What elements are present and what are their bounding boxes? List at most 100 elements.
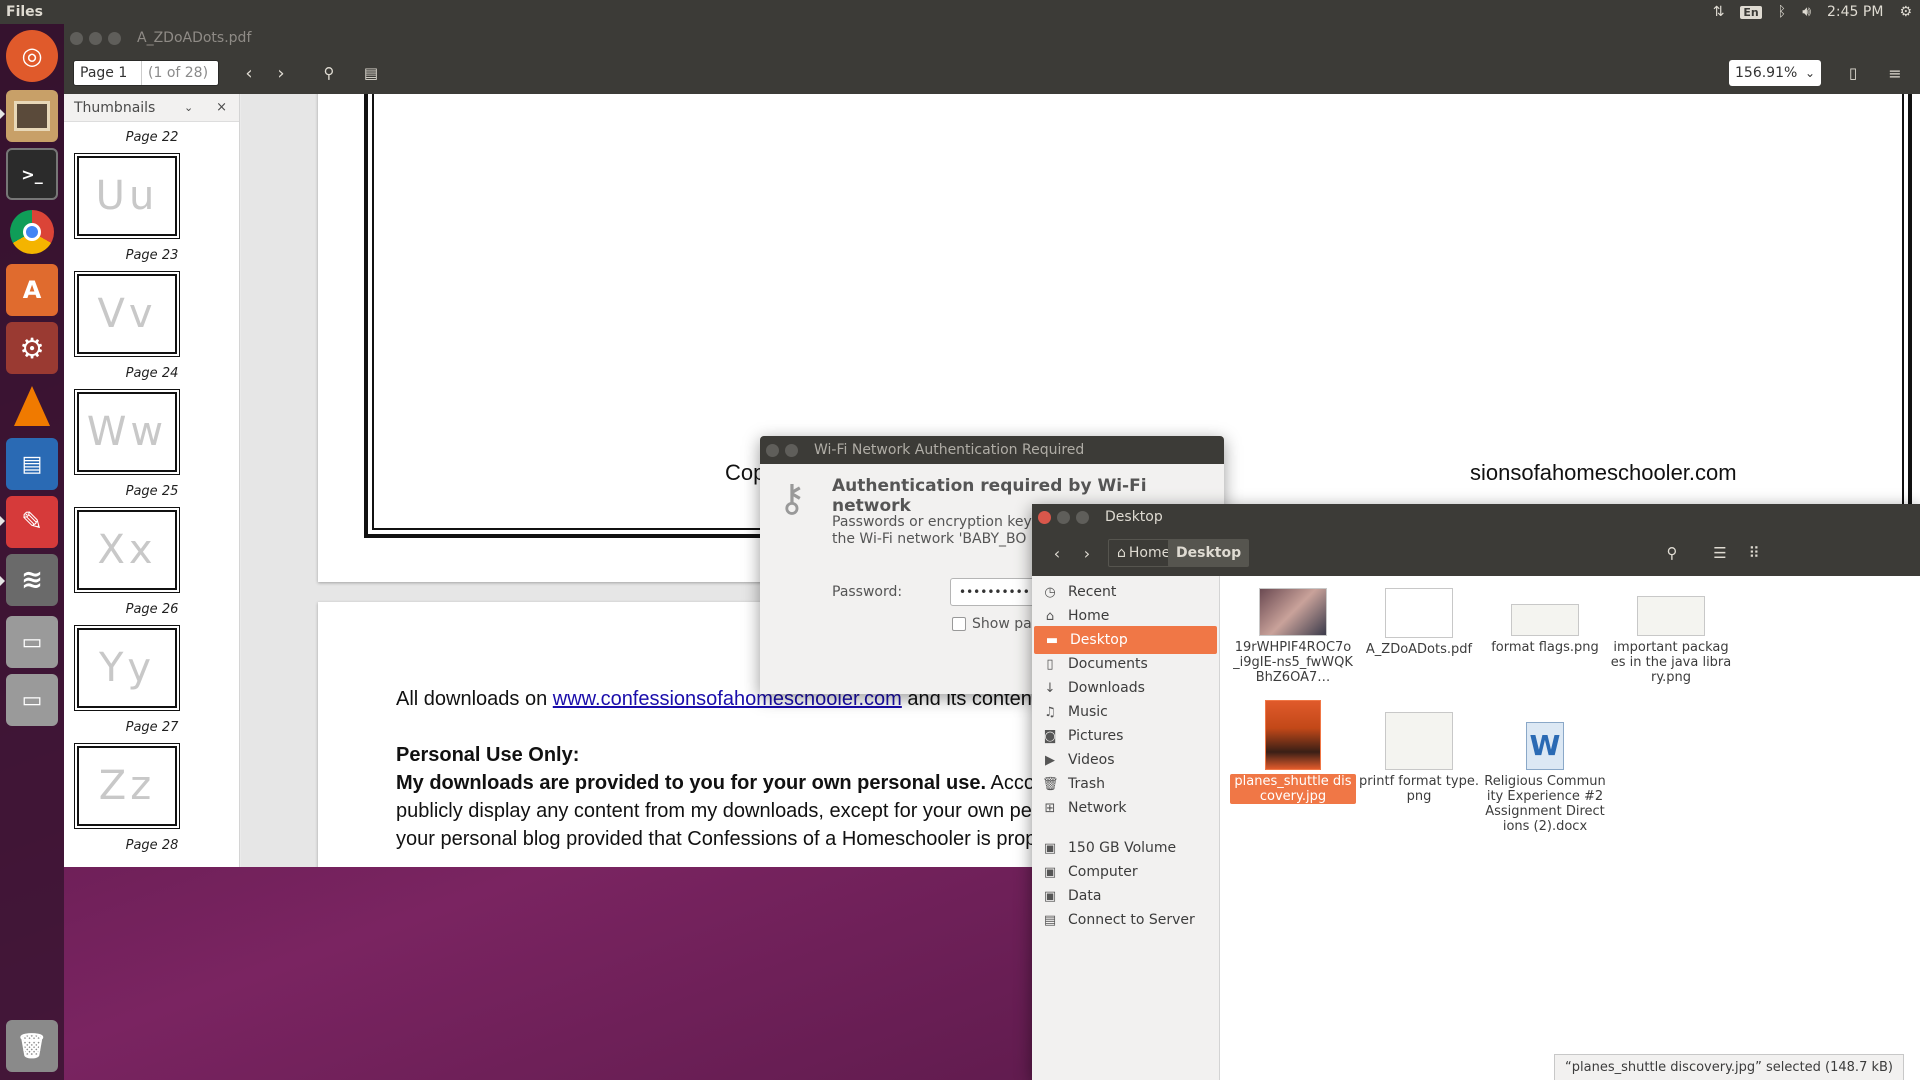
back-icon[interactable]: ‹ [1042, 539, 1072, 567]
shopping-bag-icon[interactable]: A [6, 264, 58, 316]
file-name: printf format type.png [1359, 774, 1479, 804]
drive-icon[interactable]: ▭ [6, 674, 58, 726]
search-icon[interactable]: ⚲ [1656, 539, 1688, 567]
window-title: A_ZDoADots.pdf [137, 30, 252, 46]
document-properties-icon[interactable]: ▯ [1838, 60, 1868, 86]
paragraph-line: publicly display any content from my dow… [396, 800, 1071, 822]
thumbnails-sidebar: Thumbnails ⌄ × Page 22 Uu Page 23 Vv Pag… [64, 94, 240, 867]
network-icon: ⊞ [1044, 800, 1056, 816]
clipboard-icon[interactable]: ▤ [356, 60, 386, 86]
chevron-down-icon[interactable]: ⌄ [184, 101, 193, 114]
close-icon[interactable]: × [216, 100, 227, 115]
file-item[interactable]: format flags.png [1482, 588, 1608, 655]
music-icon: ♫ [1044, 704, 1056, 720]
minimize-icon[interactable] [785, 443, 798, 457]
file-name: A_ZDoADots.pdf [1365, 642, 1473, 657]
page-input[interactable]: Page 1 [74, 61, 142, 85]
file-cabinet-icon[interactable] [6, 90, 58, 142]
file-item[interactable]: 19rWHPIF4ROC7o_i9gIE-ns5_fwWQKBhZ6OA7… [1230, 588, 1356, 685]
file-manager-titlebar[interactable]: Desktop [1032, 504, 1920, 530]
bluetooth-icon[interactable]: ᛒ [1778, 4, 1786, 20]
maximize-icon[interactable] [108, 31, 121, 45]
ubuntu-logo-icon[interactable]: ◎ [6, 30, 58, 82]
sidebar-header[interactable]: Thumbnails ⌄ × [64, 94, 239, 122]
volume-icon[interactable]: 🔊︎ [1802, 4, 1811, 20]
thumbnail-page-26[interactable]: Xx [74, 507, 180, 593]
sidebar-item-label: Network [1068, 800, 1127, 816]
file-item[interactable]: A_ZDoADots.pdf [1356, 588, 1482, 657]
drive-icon[interactable]: ▭ [6, 616, 58, 668]
grid-view-icon[interactable]: ⠿ [1738, 539, 1770, 567]
zoom-select[interactable]: 156.91% ⌄ [1729, 60, 1821, 86]
pdf-viewer-icon[interactable]: ✎ [6, 496, 58, 548]
sidebar-item-label: 150 GB Volume [1068, 840, 1177, 856]
wrench-gear-icon[interactable]: ⚙ [6, 322, 58, 374]
sidebar-item-label: Recent [1068, 584, 1117, 600]
breadcrumb-desktop[interactable]: Desktop [1168, 539, 1250, 567]
close-icon[interactable] [766, 443, 779, 457]
forward-icon[interactable]: › [1072, 539, 1102, 567]
personal-use-heading: Personal Use Only: [396, 744, 580, 766]
close-icon[interactable] [1038, 510, 1051, 524]
document-viewer-toolbar: Page 1 (1 of 28) ‹ › ⚲ ▤ 156.91% ⌄ ▯ ≡ [64, 52, 1920, 94]
close-icon[interactable] [70, 31, 83, 45]
chrome-icon[interactable] [6, 206, 58, 258]
terminal-icon[interactable]: >_ [6, 148, 58, 200]
chevron-down-icon: ⌄ [1804, 66, 1815, 80]
file-item[interactable]: printf format type.png [1356, 700, 1482, 804]
wifi-dialog-title: Wi-Fi Network Authentication Required [814, 442, 1085, 458]
thumbnail-label: Page 28 [125, 838, 179, 853]
traffic-cone-icon[interactable] [6, 380, 58, 432]
drive-icon: ▣ [1043, 888, 1057, 904]
sidebar-item-label: Trash [1068, 776, 1105, 792]
minimize-icon[interactable] [1057, 510, 1070, 524]
trash-icon[interactable]: 🗑︎ [6, 1020, 58, 1072]
document-icon[interactable]: ▤ [6, 438, 58, 490]
paragraph-line: your personal blog provided that Confess… [396, 828, 1085, 850]
chevron-right-icon[interactable]: › [266, 60, 296, 86]
sidebar-item-label: Desktop [1070, 632, 1128, 648]
checkbox-icon[interactable] [952, 617, 966, 631]
search-icon[interactable]: ⚲ [314, 60, 344, 86]
list-view-icon[interactable]: ☰ [1704, 539, 1736, 567]
sidebar-item-label: Videos [1068, 752, 1115, 768]
downloads-prefix: All downloads on [396, 688, 553, 710]
clock[interactable]: 2:45 PM [1827, 4, 1883, 20]
maximize-icon[interactable] [1076, 510, 1089, 524]
active-indicator [0, 109, 5, 119]
show-password-checkbox[interactable]: Show pa [952, 616, 1032, 632]
thumbnail-page-25[interactable]: Ww [74, 389, 180, 475]
file-item[interactable]: W Religious Community Experience #2 Assi… [1482, 700, 1608, 834]
photo-thumbnail [1259, 588, 1327, 636]
chevron-left-icon[interactable]: ‹ [234, 60, 264, 86]
wifi-icon[interactable]: ≋ [6, 554, 58, 606]
thumbnail-page-27[interactable]: Yy [74, 625, 180, 711]
keyboard-layout-indicator[interactable]: En [1740, 5, 1762, 19]
image-thumbnail [1637, 596, 1705, 636]
thumbnail-label: Page 26 [125, 602, 179, 617]
thumbnail-page-24[interactable]: Vv [74, 271, 180, 357]
menu-icon[interactable]: ≡ [1880, 60, 1910, 86]
gear-icon[interactable]: ⚙ [1899, 4, 1912, 20]
wifi-dialog-description: Passwords or encryption keys the Wi-Fi n… [832, 514, 1040, 547]
wifi-dialog-titlebar[interactable]: Wi-Fi Network Authentication Required [760, 436, 1224, 464]
sidebar-item-network[interactable]: ⊞ Network [1032, 794, 1219, 822]
thumbnail-label: Page 24 [125, 366, 179, 381]
thumbnail-page-23[interactable]: Uu [74, 153, 180, 239]
document-viewer-titlebar[interactable]: A_ZDoADots.pdf [64, 24, 1920, 52]
minimize-icon[interactable] [89, 31, 102, 45]
network-transfer-icon[interactable]: ⇅ [1713, 4, 1725, 20]
file-item-selected[interactable]: planes_shuttle discovery.jpg [1230, 700, 1356, 804]
file-name: format flags.png [1491, 640, 1599, 655]
file-name: important packages in the java library.p… [1610, 640, 1732, 685]
sidebar-item-label: Pictures [1068, 728, 1124, 744]
active-app-name: Files [6, 4, 43, 20]
page-entry[interactable]: Page 1 (1 of 28) [73, 60, 219, 86]
active-indicator [0, 576, 5, 586]
file-item[interactable]: important packages in the java library.p… [1608, 588, 1734, 685]
sidebar-item-connect-to-server[interactable]: ▤ Connect to Server [1032, 906, 1219, 934]
thumbnail-page-28[interactable]: Zz [74, 743, 180, 829]
file-grid[interactable]: 19rWHPIF4ROC7o_i9gIE-ns5_fwWQKBhZ6OA7… A… [1220, 576, 1920, 1080]
status-bar: “planes_shuttle discovery.jpg” selected … [1554, 1054, 1904, 1080]
home-icon: ⌂ [1117, 545, 1126, 561]
